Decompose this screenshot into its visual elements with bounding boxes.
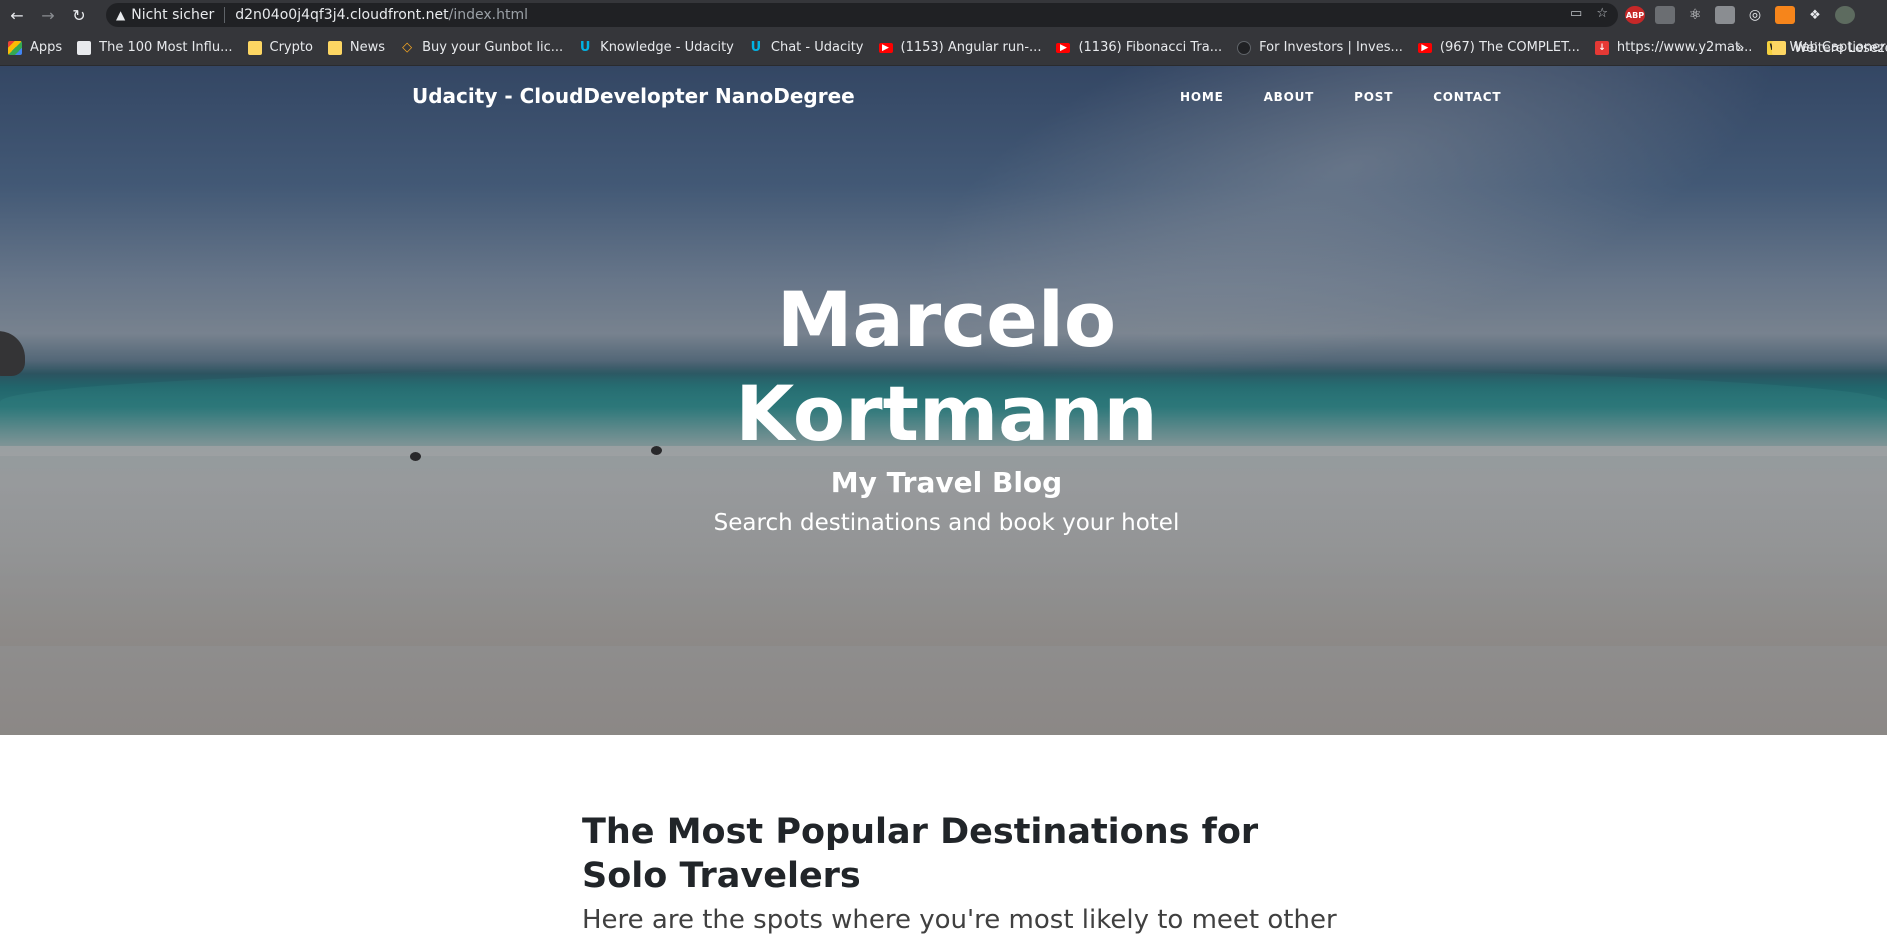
bookmark-label: Buy your Gunbot lic... — [422, 40, 564, 55]
target-extension-icon[interactable]: ◎ — [1745, 6, 1765, 24]
bookmark-label: News — [349, 40, 386, 55]
bookmark-label: (1153) Angular run-... — [900, 40, 1042, 55]
site-navbar: Udacity - CloudDevelopter NanoDegree HOM… — [0, 66, 1887, 132]
bookmark-item[interactable]: For Investors | Inves... — [1237, 40, 1403, 55]
bookmark-label: Apps — [30, 40, 63, 55]
bookmark-item[interactable]: ↓ https://www.y2mat... — [1594, 40, 1753, 55]
nav-home[interactable]: HOME — [1160, 90, 1244, 104]
nav-contact[interactable]: CONTACT — [1413, 90, 1521, 104]
page-title-line1: Marcelo — [776, 275, 1117, 364]
profile-avatar[interactable] — [1835, 6, 1855, 24]
udacity-icon: U — [750, 40, 762, 55]
bookmark-folder-other[interactable]: Weitere Lesezeichen — [1772, 30, 1887, 65]
bookmark-item[interactable]: U Chat - Udacity — [749, 40, 864, 55]
warning-triangle-icon: ▲ — [116, 8, 126, 22]
bookmark-label: (1136) Fibonacci Tra... — [1078, 40, 1223, 55]
download-icon: ↓ — [1594, 40, 1609, 55]
nav-menu: HOME ABOUT POST CONTACT — [1160, 90, 1521, 104]
udacity-icon: U — [579, 40, 591, 55]
url-path: /index.html — [448, 7, 528, 23]
post-preview[interactable]: The Most Popular Destinations for Solo T… — [582, 810, 1342, 938]
site-brand[interactable]: Udacity - CloudDevelopter NanoDegree — [412, 84, 855, 108]
bookmark-label: Knowledge - Udacity — [600, 40, 734, 55]
bookmark-apps[interactable]: Apps — [8, 40, 62, 55]
omnibox-divider — [224, 7, 226, 23]
more-bookmarks-chevron-icon[interactable]: » — [1736, 40, 1745, 56]
url-host: d2n04o0j4qf3j4.cloudfront.net — [235, 7, 449, 23]
reload-icon[interactable]: ↻ — [68, 4, 90, 26]
browser-toolbar: ← → ↻ ▲ Nicht sicher d2n04o0j4qf3j4.clou… — [0, 0, 1887, 30]
bookmark-label: https://www.y2mat... — [1616, 40, 1753, 55]
youtube-icon: ▶ — [1417, 42, 1432, 53]
security-status[interactable]: Nicht sicher — [131, 7, 214, 23]
post-subtitle[interactable]: Here are the spots where you're most lik… — [582, 902, 1342, 938]
folder-icon — [1772, 41, 1786, 55]
puzzle-extensions-icon[interactable]: ❖ — [1805, 6, 1825, 24]
youtube-icon: ▶ — [1056, 42, 1071, 53]
page-title-line2: Kortmann — [735, 369, 1158, 458]
bookmark-label: For Investors | Inves... — [1259, 40, 1403, 55]
back-arrow-icon[interactable]: ← — [6, 4, 28, 26]
metamask-fox-icon[interactable] — [1775, 6, 1795, 24]
bookmark-item[interactable]: U Knowledge - Udacity — [578, 40, 734, 55]
bookmark-label: (967) The COMPLET... — [1439, 40, 1580, 55]
extensions-bar: ABP ⚛ ◎ ❖ — [1625, 4, 1855, 26]
page-title: Marcelo Kortmann — [0, 273, 1887, 461]
nav-about[interactable]: ABOUT — [1244, 90, 1335, 104]
bookmark-label: The 100 Most Influ... — [99, 40, 233, 55]
bookmark-label: Chat - Udacity — [770, 40, 864, 55]
window-extension-icon[interactable] — [1715, 6, 1735, 24]
tab-copy-icon[interactable] — [1655, 6, 1675, 24]
bookmark-item[interactable]: ◇ Buy your Gunbot lic... — [400, 40, 563, 55]
cast-icon[interactable]: ▭ — [1570, 6, 1582, 21]
bookmarks-bar: Apps The 100 Most Influ... Crypto News ◇… — [0, 30, 1887, 66]
hero-subheading: My Travel Blog — [830, 466, 1063, 499]
bookmark-label: Weitere Lesezeichen — [1794, 40, 1887, 56]
bookmark-item[interactable]: ▶ (1136) Fibonacci Tra... — [1056, 40, 1222, 55]
page-icon — [77, 40, 92, 55]
bookmark-folder-crypto[interactable]: Crypto — [247, 40, 313, 55]
bookmark-folder-news[interactable]: News — [327, 40, 386, 55]
bookmark-label: Crypto — [269, 40, 313, 55]
adblock-plus-icon[interactable]: ABP — [1625, 6, 1645, 24]
react-devtools-icon[interactable]: ⚛ — [1685, 6, 1705, 24]
hero-header: Udacity - CloudDevelopter NanoDegree HOM… — [0, 66, 1887, 735]
youtube-icon: ▶ — [878, 42, 893, 53]
nav-post[interactable]: POST — [1334, 90, 1413, 104]
apps-grid-icon — [8, 40, 22, 55]
post-title[interactable]: The Most Popular Destinations for Solo T… — [582, 810, 1342, 898]
folder-icon — [247, 40, 262, 55]
bookmark-item[interactable]: ▶ (1153) Angular run-... — [878, 40, 1042, 55]
forward-arrow-icon[interactable]: → — [37, 4, 59, 26]
investors-icon — [1237, 40, 1252, 55]
address-bar[interactable]: ▲ Nicht sicher d2n04o0j4qf3j4.cloudfront… — [106, 3, 1618, 27]
bookmark-star-icon[interactable]: ☆ — [1596, 6, 1608, 21]
gunbot-icon: ◇ — [402, 40, 413, 55]
folder-icon — [327, 40, 342, 55]
bookmark-item[interactable]: The 100 Most Influ... — [77, 40, 233, 55]
hero-tagline: Search destinations and book your hotel — [713, 510, 1180, 536]
bookmark-item[interactable]: ▶ (967) The COMPLET... — [1417, 40, 1580, 55]
